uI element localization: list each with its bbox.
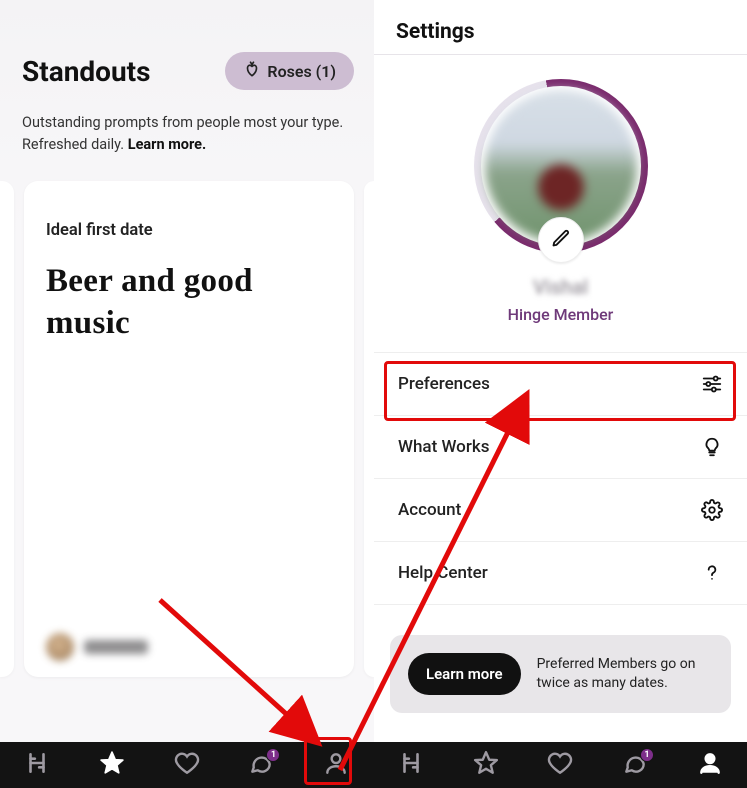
nav-matches-2[interactable]: 1 xyxy=(620,750,650,780)
nav-badge: 1 xyxy=(640,748,654,762)
person-icon xyxy=(697,750,723,780)
nav-right: 1 xyxy=(374,742,747,788)
nav-standouts[interactable] xyxy=(97,750,127,780)
settings-list: Preferences What Works Account xyxy=(374,352,747,605)
avatar xyxy=(46,633,74,661)
standouts-title: Standouts xyxy=(22,55,151,88)
hinge-icon xyxy=(24,750,50,780)
settings-row-account[interactable]: Account xyxy=(374,479,747,542)
promo-text: Preferred Members go on twice as many da… xyxy=(537,655,713,693)
prompt-label: Ideal first date xyxy=(46,221,332,240)
question-icon xyxy=(701,562,723,584)
nav-standouts-2[interactable] xyxy=(471,750,501,780)
nav-likes-2[interactable] xyxy=(545,750,575,780)
bottom-nav: 1 1 xyxy=(0,742,747,788)
nav-likes[interactable] xyxy=(172,750,202,780)
settings-row-help-center[interactable]: Help Center xyxy=(374,542,747,605)
prompt-carousel[interactable]: Ideal first date Beer and good music xyxy=(0,157,374,677)
person-icon xyxy=(323,750,349,780)
rose-icon xyxy=(243,60,261,82)
next-card-peek[interactable] xyxy=(364,181,374,677)
heart-icon xyxy=(547,750,573,780)
nav-badge: 1 xyxy=(266,748,280,762)
prompt-username xyxy=(84,640,148,654)
learn-more-link[interactable]: Learn more. xyxy=(128,136,206,153)
prompt-author xyxy=(46,633,148,661)
prompt-card[interactable]: Ideal first date Beer and good music xyxy=(24,181,354,677)
star-icon xyxy=(473,750,499,780)
nav-hinge[interactable] xyxy=(22,750,52,780)
roses-label: Roses (1) xyxy=(267,62,336,81)
sliders-icon xyxy=(701,373,723,395)
row-label: Account xyxy=(398,500,461,520)
heart-icon xyxy=(174,750,200,780)
star-icon xyxy=(99,750,125,780)
settings-row-what-works[interactable]: What Works xyxy=(374,416,747,479)
profile-block: Vishal Hinge Member xyxy=(374,55,747,338)
settings-row-preferences[interactable]: Preferences xyxy=(374,352,747,416)
standouts-screen: Standouts Roses (1) Outstanding prompts … xyxy=(0,0,374,788)
prev-card-peek[interactable] xyxy=(0,181,14,677)
profile-name: Vishal xyxy=(533,275,588,299)
pencil-icon xyxy=(551,228,571,252)
nav-profile-2[interactable] xyxy=(695,750,725,780)
preferred-promo: Learn more Preferred Members go on twice… xyxy=(390,635,731,713)
edit-profile-button[interactable] xyxy=(538,217,584,263)
promo-learn-more-button[interactable]: Learn more xyxy=(408,653,521,695)
lightbulb-icon xyxy=(701,436,723,458)
settings-title: Settings xyxy=(374,0,747,55)
standouts-subheading: Outstanding prompts from people most you… xyxy=(0,108,374,157)
row-label: Preferences xyxy=(398,374,490,394)
settings-screen: Settings Vishal Hinge Member Preferences xyxy=(374,0,747,788)
prompt-answer: Beer and good music xyxy=(46,260,332,344)
member-label: Hinge Member xyxy=(508,305,614,324)
hinge-icon xyxy=(398,750,424,780)
nav-hinge-2[interactable] xyxy=(396,750,426,780)
nav-matches[interactable]: 1 xyxy=(246,750,276,780)
profile-photo-ring[interactable] xyxy=(474,79,648,253)
row-label: What Works xyxy=(398,437,489,457)
row-label: Help Center xyxy=(398,563,488,583)
gear-icon xyxy=(701,499,723,521)
nav-profile[interactable] xyxy=(321,750,351,780)
nav-left: 1 xyxy=(0,742,374,788)
standouts-header: Standouts Roses (1) xyxy=(0,0,374,108)
roses-button[interactable]: Roses (1) xyxy=(225,52,354,90)
